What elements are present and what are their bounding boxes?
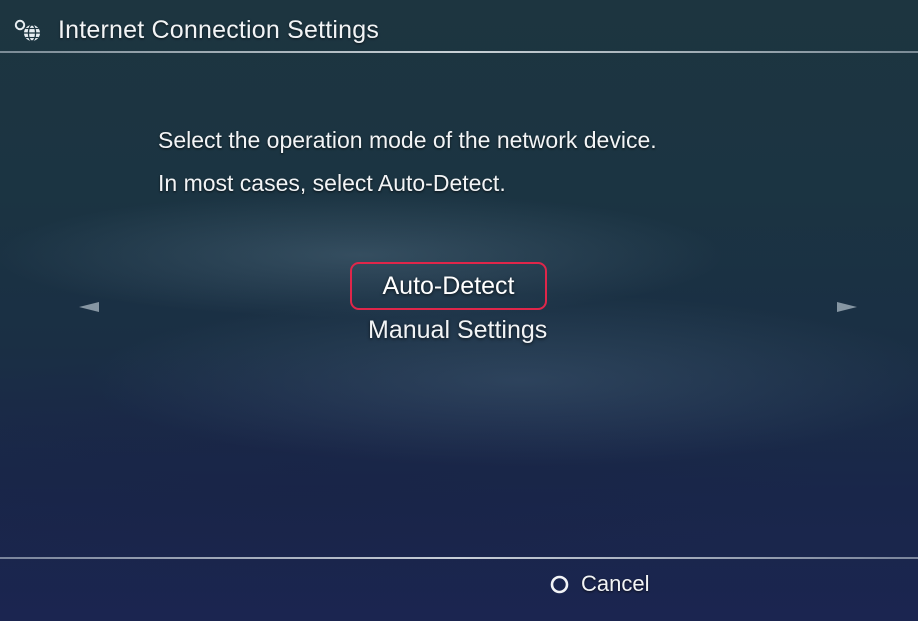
network-settings-icon [14, 19, 44, 43]
page-title: Internet Connection Settings [58, 16, 380, 44]
header-divider [0, 51, 918, 53]
left-arrow-icon[interactable] [78, 300, 100, 314]
circle-button-icon [550, 575, 569, 594]
settings-screen: { "header": { "icon": "network-settings-… [0, 0, 918, 621]
instruction-line-1: Select the operation mode of the network… [158, 127, 657, 153]
auto-detect-option[interactable]: Auto-Detect [350, 262, 547, 310]
right-arrow-icon[interactable] [836, 300, 858, 314]
cancel-button[interactable]: Cancel [550, 570, 649, 598]
instruction-line-2: In most cases, select Auto-Detect. [158, 170, 506, 196]
header-bar: Internet Connection Settings [0, 0, 918, 52]
footer-divider [0, 557, 918, 559]
cancel-label: Cancel [581, 571, 650, 596]
manual-settings-option[interactable]: Manual Settings [368, 316, 547, 345]
